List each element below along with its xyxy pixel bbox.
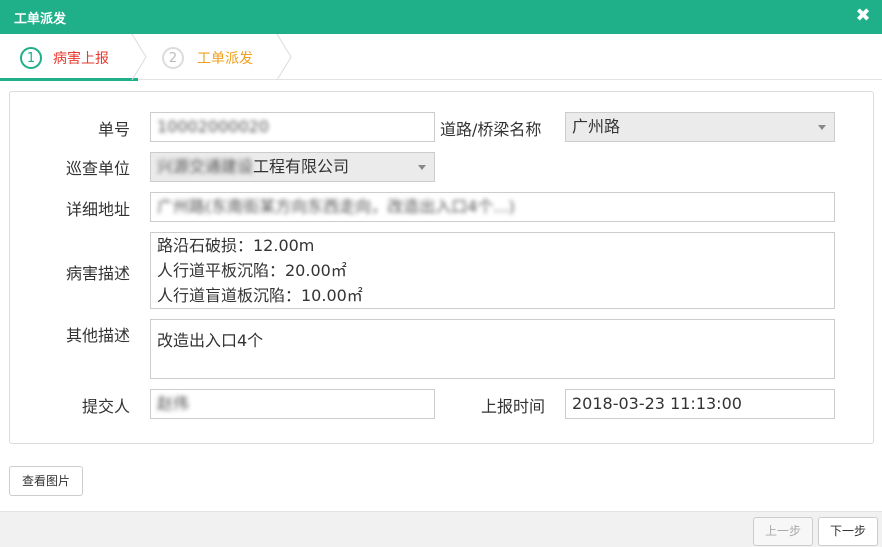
- dialog-title: 工单派发: [14, 12, 67, 27]
- report-time-value: 2018-03-23 11:13:00: [572, 394, 742, 413]
- other-desc-label: 其他描述: [65, 326, 130, 345]
- disease-desc-textarea[interactable]: 路沿石破损：12.00m 人行道平板沉陷：20.00㎡ 人行道盲道板沉陷：10.…: [150, 232, 835, 309]
- patrol-unit-value-hidden: 兴源交通建设: [157, 157, 254, 176]
- dialog-titlebar: 工单派发 ✖: [0, 0, 882, 34]
- submitter-field[interactable]: 赵伟: [150, 389, 435, 419]
- report-time-label: 上报时间: [480, 397, 545, 416]
- address-field[interactable]: 广州路(东南街某方向东西走向，改造出入口4个...): [150, 192, 835, 222]
- patrol-unit-select[interactable]: 兴源交通建设工程有限公司: [150, 152, 435, 182]
- prev-step-button[interactable]: 上一步: [753, 517, 813, 546]
- road-name-value: 广州路: [572, 117, 621, 136]
- disease-desc-line: 人行道盲道板沉陷：10.00㎡: [157, 286, 363, 305]
- address-label: 详细地址: [65, 200, 130, 219]
- disease-desc-line: 人行道平板沉陷：20.00㎡: [157, 261, 347, 280]
- road-name-select[interactable]: 广州路: [565, 112, 835, 142]
- disease-desc-line: 路沿石破损：12.00m: [157, 236, 315, 255]
- next-step-button[interactable]: 下一步: [818, 517, 878, 546]
- close-icon[interactable]: ✖: [854, 6, 872, 26]
- chevron-down-icon: [418, 165, 426, 170]
- patrol-unit-value: 工程有限公司: [253, 157, 350, 176]
- step-arrow-separators: [131, 34, 292, 80]
- chevron-down-icon: [818, 125, 826, 130]
- disease-desc-label: 病害描述: [65, 264, 130, 283]
- other-desc-textarea[interactable]: 改造出入口4个: [150, 319, 835, 379]
- order-no-label: 单号: [97, 120, 130, 139]
- view-images-button[interactable]: 查看图片: [9, 466, 83, 496]
- road-name-label: 道路/桥梁名称: [440, 120, 542, 139]
- other-desc-value: 改造出入口4个: [157, 331, 264, 350]
- submitter-label: 提交人: [81, 397, 130, 416]
- report-time-field[interactable]: 2018-03-23 11:13:00: [565, 389, 835, 419]
- dialog-footer: 上一步 下一步: [0, 511, 882, 547]
- order-no-field[interactable]: 10002000020: [150, 112, 435, 142]
- patrol-unit-label: 巡查单位: [65, 159, 130, 178]
